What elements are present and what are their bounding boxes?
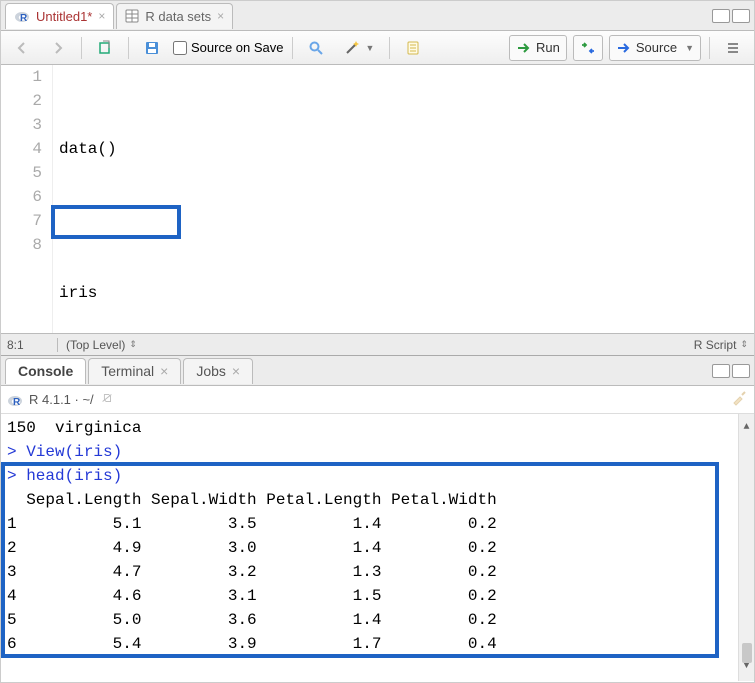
updown-icon: ⇕ <box>129 340 137 349</box>
run-arrow-icon <box>516 40 532 56</box>
magnifier-icon <box>308 40 324 56</box>
code-area[interactable]: data() iris View(iris) head(iris) <box>53 65 754 333</box>
save-icon <box>144 40 160 56</box>
console-pane: Console Terminal× Jobs× R R 4.1.1 · ~/ 1… <box>1 356 754 681</box>
console-tabbar: Console Terminal× Jobs× <box>1 356 754 386</box>
close-icon[interactable]: × <box>232 363 240 379</box>
table-icon <box>125 9 139 23</box>
forward-button[interactable] <box>43 35 73 61</box>
console-scrollbar[interactable]: ▲ ▼ <box>738 414 754 681</box>
chevron-down-icon: ▼ <box>366 43 375 53</box>
tab-console[interactable]: Console <box>5 358 86 384</box>
source-toolbar: Source on Save ▼ Run Source ▼ <box>1 31 754 65</box>
updown-icon: ⇕ <box>740 340 748 349</box>
source-label: Source <box>636 40 677 55</box>
highlight-annotation <box>51 205 181 239</box>
source-tabbar: R Untitled1* × R data sets × <box>1 1 754 31</box>
back-button[interactable] <box>7 35 37 61</box>
minimize-pane-button[interactable] <box>712 364 730 378</box>
document-outline-button[interactable] <box>398 35 428 61</box>
list-icon <box>725 40 741 56</box>
source-on-save-label: Source on Save <box>191 40 284 55</box>
scroll-up-icon[interactable]: ▲ <box>743 416 749 440</box>
close-icon[interactable]: × <box>160 363 168 379</box>
close-icon[interactable]: × <box>98 9 105 23</box>
source-pane: R Untitled1* × R data sets × Source on S… <box>1 1 754 356</box>
tab-untitled[interactable]: R Untitled1* × <box>5 3 114 29</box>
outline-toggle-button[interactable] <box>718 35 748 61</box>
source-button[interactable]: Source ▼ <box>609 35 701 61</box>
save-button[interactable] <box>137 35 167 61</box>
link-icon[interactable] <box>100 391 114 408</box>
code-editor[interactable]: 1 2 3 4 5 6 7 8 data() iris View(iris) h… <box>1 65 754 333</box>
maximize-pane-button[interactable] <box>732 364 750 378</box>
scroll-thumb[interactable] <box>742 643 752 663</box>
run-label: Run <box>536 40 560 55</box>
svg-text:R: R <box>13 397 21 408</box>
line-gutter: 1 2 3 4 5 6 7 8 <box>1 65 53 333</box>
console-header: R R 4.1.1 · ~/ <box>1 386 754 414</box>
run-button[interactable]: Run <box>509 35 567 61</box>
source-on-save-checkbox[interactable]: Source on Save <box>173 40 284 55</box>
language-selector[interactable]: R Script ⇕ <box>694 338 748 352</box>
console-output[interactable]: 150 virginica > View(iris) > head(iris) … <box>1 414 754 681</box>
notebook-icon <box>405 40 421 56</box>
maximize-pane-button[interactable] <box>732 9 750 23</box>
source-arrow-icon <box>616 40 632 56</box>
tab-terminal[interactable]: Terminal× <box>88 358 181 384</box>
clear-console-button[interactable] <box>730 389 748 410</box>
chevron-down-icon: ▼ <box>685 43 694 53</box>
rerun-icon <box>580 40 596 56</box>
r-logo-icon: R <box>7 392 23 408</box>
rerun-button[interactable] <box>573 35 603 61</box>
close-icon[interactable]: × <box>217 9 224 23</box>
scope-selector[interactable]: (Top Level) ⇕ <box>57 338 137 352</box>
svg-text:R: R <box>20 13 28 24</box>
tab-label: Untitled1* <box>36 9 92 24</box>
tab-label: R data sets <box>145 9 211 24</box>
r-file-icon: R <box>14 8 30 24</box>
find-button[interactable] <box>301 35 331 61</box>
highlight-annotation <box>1 462 719 658</box>
pane-window-buttons <box>712 364 750 378</box>
popout-button[interactable] <box>90 35 120 61</box>
tab-jobs[interactable]: Jobs× <box>183 358 253 384</box>
r-version-label: R 4.1.1 · ~/ <box>29 392 94 407</box>
wand-icon <box>344 40 360 56</box>
pane-window-buttons <box>712 9 750 23</box>
tab-datasets[interactable]: R data sets × <box>116 3 233 29</box>
arrow-right-icon <box>50 40 66 56</box>
arrow-left-icon <box>14 40 30 56</box>
editor-statusbar: 8:1 (Top Level) ⇕ R Script ⇕ <box>1 333 754 355</box>
source-on-save-input[interactable] <box>173 41 187 55</box>
popout-icon <box>97 40 113 56</box>
wand-button[interactable]: ▼ <box>337 35 382 61</box>
minimize-pane-button[interactable] <box>712 9 730 23</box>
cursor-position: 8:1 <box>7 338 57 352</box>
